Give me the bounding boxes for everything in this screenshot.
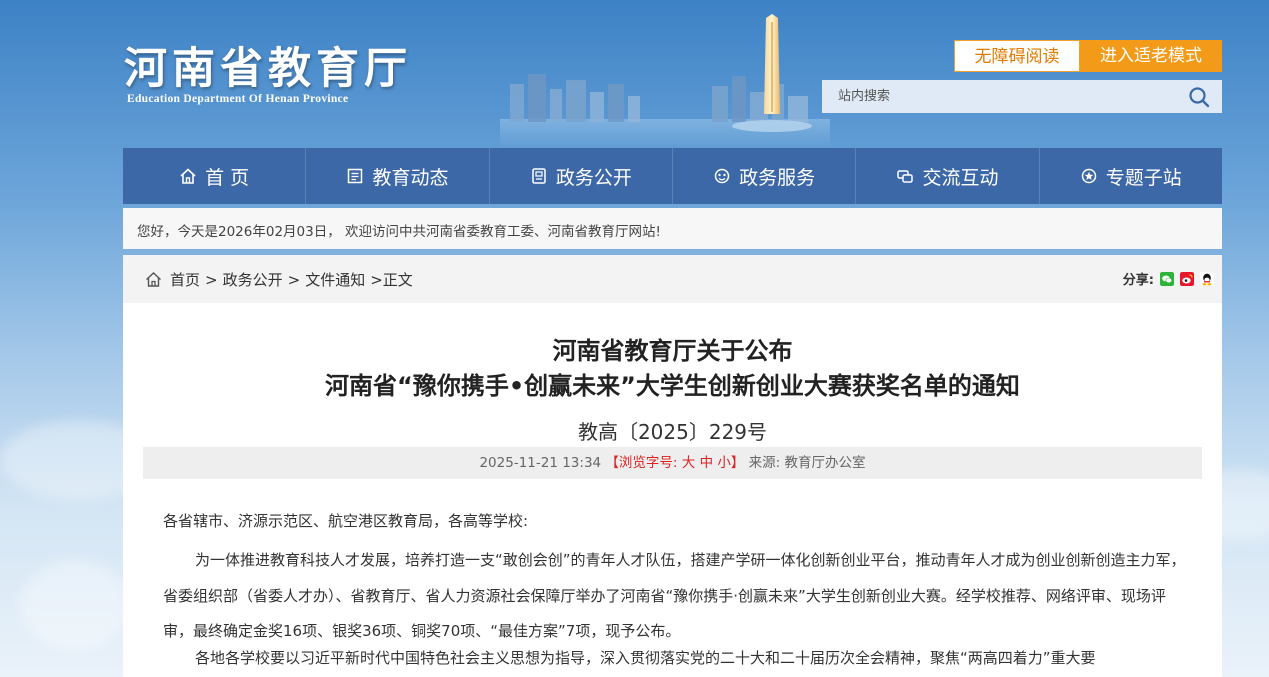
service-icon — [714, 168, 730, 184]
nav-item-label: 首 页 — [205, 166, 250, 189]
breadcrumb-home-link[interactable]: 首页 — [170, 269, 200, 290]
article-salutation: 各省辖市、济源示范区、航空港区教育局，各高等学校: — [163, 512, 529, 530]
breadcrumb-government-link[interactable]: 政务公开 — [223, 269, 283, 290]
publish-datetime: 2025-11-21 13:34 — [479, 455, 602, 471]
breadcrumb-current: >正文 — [370, 271, 413, 289]
breadcrumb: 首页 > 政务公开 > 文件通知 >正文 — [145, 269, 413, 290]
background-cloud — [20, 560, 130, 650]
font-size-large-link[interactable]: 大 — [682, 455, 696, 471]
article-content: 首页 > 政务公开 > 文件通知 >正文 分享: 河南省教育厅关于公布 河南省“… — [123, 255, 1222, 677]
nav-item-label: 教育动态 — [372, 166, 449, 189]
welcome-text: 您好，今天是2026年02月03日， 欢迎访问中共河南省委教育工委、河南省教育厅… — [137, 224, 661, 240]
nav-item-label: 政务公开 — [555, 166, 632, 189]
nav-item-government-services[interactable]: 政务服务 — [673, 148, 857, 204]
breadcrumb-separator: > — [205, 270, 218, 289]
search-input[interactable] — [822, 80, 1172, 113]
main-nav: 首 页 教育动态 政务公开 政务服务 交流互动 专题子站 — [123, 148, 1222, 204]
nav-item-label: 交流互动 — [922, 166, 999, 189]
nav-item-label: 政务服务 — [739, 166, 816, 189]
welcome-bar: 您好，今天是2026年02月03日， 欢迎访问中共河南省委教育工委、河南省教育厅… — [123, 208, 1222, 249]
breadcrumb-separator: > — [287, 270, 301, 289]
nav-item-home[interactable]: 首 页 — [123, 148, 307, 204]
weibo-icon[interactable] — [1180, 271, 1194, 286]
chat-icon — [897, 170, 914, 183]
font-size-medium-link[interactable]: 中 — [700, 455, 714, 471]
city-skyline-banner — [500, 14, 830, 148]
nav-item-label: 专题子站 — [1105, 166, 1182, 189]
share-label: 分享: — [1122, 273, 1154, 288]
article-title-line2: 河南省“豫你携手•创赢未来”大学生创新创业大赛获奖名单的通知 — [325, 372, 1020, 400]
home-icon — [180, 168, 196, 184]
news-icon — [348, 168, 363, 184]
document-icon — [532, 168, 546, 184]
article-paragraph: 各地各学校要以习近平新时代中国特色社会主义思想为指导，深入贯彻落实党的二十大和二… — [195, 649, 1096, 667]
home-icon — [146, 272, 161, 287]
site-header: 河南省教育厅 Education Department Of Henan Pro… — [0, 0, 1269, 148]
site-search — [822, 80, 1222, 113]
accessibility-reading-button[interactable]: 无障碍阅读 — [954, 40, 1080, 72]
article-source: 来源: 教育厅办公室 — [748, 455, 866, 471]
breadcrumb-notice-link[interactable]: 文件通知 — [305, 269, 365, 290]
font-size-suffix: 】 — [730, 455, 745, 471]
site-logo-title[interactable]: 河南省教育厅 — [124, 34, 412, 96]
article-paragraph: 为一体推进教育科技人才发展，培养打造一支“敢创会创”的青年人才队伍，搭建产学研一… — [163, 551, 1186, 640]
breadcrumb-bar: 首页 > 政务公开 > 文件通知 >正文 分享: — [123, 255, 1222, 303]
qq-icon[interactable] — [1200, 271, 1214, 286]
nav-item-government-affairs[interactable]: 政务公开 — [490, 148, 673, 204]
star-icon — [1081, 168, 1097, 184]
document-number: 教高〔2025〕229号 — [577, 420, 768, 444]
nav-item-interaction[interactable]: 交流互动 — [856, 148, 1040, 204]
wechat-icon[interactable] — [1160, 271, 1174, 286]
nav-item-topic-sites[interactable]: 专题子站 — [1040, 148, 1222, 204]
share-bar: 分享: — [1123, 269, 1214, 288]
font-size-small-link[interactable]: 小 — [717, 455, 731, 471]
elder-mode-button[interactable]: 进入适老模式 — [1080, 40, 1222, 72]
search-icon[interactable] — [1188, 86, 1210, 108]
article-meta: 2025-11-21 13:34 【浏览字号: 大 中 小】 来源: 教育厅办公… — [143, 447, 1202, 479]
nav-item-education-news[interactable]: 教育动态 — [306, 148, 490, 204]
article-title-line1: 河南省教育厅关于公布 — [552, 337, 793, 365]
site-logo-subtitle: Education Department Of Henan Province — [127, 93, 349, 105]
font-size-prefix: 【浏览字号: — [605, 455, 678, 471]
